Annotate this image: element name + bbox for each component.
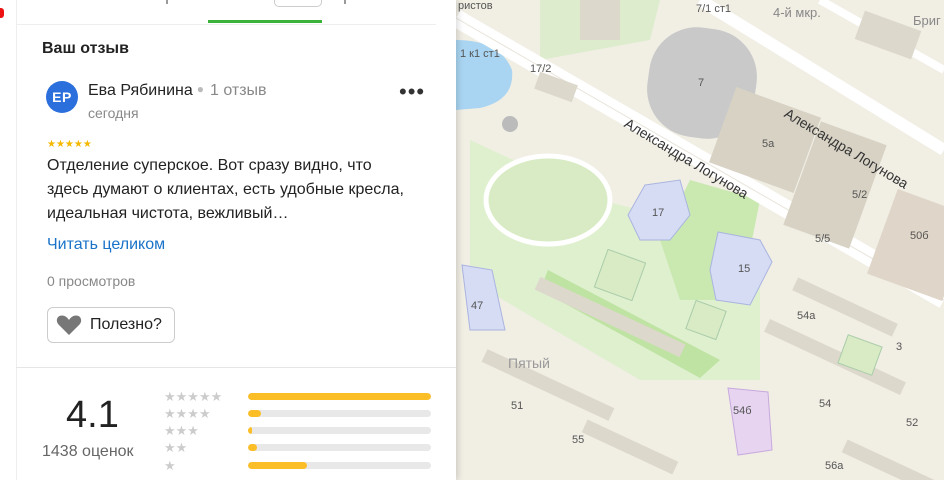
- distribution-bar-track: [248, 444, 431, 451]
- more-options-icon[interactable]: •••: [399, 81, 425, 103]
- map-label: 54б: [733, 405, 752, 417]
- read-more-link[interactable]: Читать целиком: [47, 236, 165, 254]
- separator-dot: ●: [196, 82, 204, 96]
- review-date: сегодня: [88, 105, 139, 121]
- map-label: 55: [572, 434, 585, 446]
- author-name[interactable]: Ева Рябинина: [88, 82, 193, 99]
- map-label: Пятый: [508, 355, 550, 371]
- distribution-bar-fill: [248, 393, 431, 400]
- map-label: 5/5: [815, 233, 831, 245]
- map-label: 5/2: [852, 189, 868, 201]
- distribution-bar-track: [248, 462, 431, 469]
- heart-icon: [56, 315, 82, 335]
- distribution-stars: ★★★: [164, 422, 199, 438]
- distribution-bar-track: [248, 410, 431, 417]
- map-label: 47: [471, 300, 484, 312]
- map-label: 54а: [797, 310, 816, 322]
- distribution-bar-track: [248, 393, 431, 400]
- map-label: 15: [738, 263, 751, 275]
- avatar[interactable]: ЕР: [46, 81, 78, 113]
- rating-value: 4.1: [66, 394, 119, 436]
- map-label: 3: [896, 341, 903, 353]
- distribution-bar-fill: [248, 410, 261, 417]
- tab-item[interactable]: [166, 0, 168, 4]
- section-title: Ваш отзыв: [42, 40, 129, 57]
- business-panel: Ваш отзыв ЕР Ева Рябинина ● 1 отзыв сегодн…: [0, 0, 456, 480]
- map-label: 5а: [762, 138, 775, 150]
- rating-distribution-row: ★★★★: [164, 405, 431, 421]
- map-label: 56а: [825, 460, 844, 472]
- tab-item[interactable]: [344, 0, 346, 4]
- panel-content: Ваш отзыв ЕР Ева Рябинина ● 1 отзыв сегодн…: [16, 0, 456, 480]
- review-author-line: Ева Рябинина ● 1 отзыв: [88, 82, 267, 100]
- useful-button[interactable]: Полезно?: [47, 307, 175, 343]
- useful-label: Полезно?: [90, 316, 162, 333]
- distribution-bar-fill: [248, 462, 307, 469]
- map-label: 17/2: [530, 63, 552, 75]
- author-review-count: 1 отзыв: [210, 82, 267, 99]
- distribution-stars: ★★★★: [164, 405, 211, 421]
- rating-distribution-row: ★: [164, 457, 431, 473]
- distribution-bar-track: [248, 427, 431, 434]
- tab-toggle[interactable]: [274, 0, 322, 7]
- map-label: 1 к1 ст1: [460, 48, 500, 60]
- active-tab-indicator: [208, 20, 322, 23]
- map-label: 17: [652, 207, 665, 219]
- map-label: 7/1 ст1: [696, 3, 732, 15]
- distribution-stars: ★★★★★: [164, 388, 223, 404]
- section-divider: [16, 367, 456, 368]
- map-label: ристов: [458, 0, 493, 12]
- distribution-bar-fill: [248, 427, 252, 434]
- review-stars: ★★★★★: [47, 139, 92, 150]
- panel-edge: [0, 0, 17, 480]
- rating-distribution-row: ★★★★★: [164, 388, 431, 404]
- distribution-stars: ★: [164, 457, 176, 473]
- map-label: 50б: [910, 230, 929, 242]
- edge-marker: [0, 8, 4, 18]
- map-label: Бриг: [913, 13, 941, 28]
- distribution-stars: ★★: [164, 439, 188, 455]
- rating-count: 1438 оценок: [42, 443, 134, 460]
- map-label: 54: [819, 398, 832, 410]
- map-label: 52: [906, 417, 919, 429]
- map-label: 7: [698, 77, 705, 89]
- distribution-bar-fill: [248, 444, 258, 451]
- review-views: 0 просмотров: [47, 273, 136, 289]
- rating-distribution-row: ★★: [164, 439, 431, 455]
- map-label: 4-й мкр.: [773, 5, 821, 20]
- review-text: Отделение суперское. Вот сразу видно, чт…: [47, 157, 404, 222]
- tab-bar: [16, 0, 436, 25]
- map-label: 51: [511, 400, 524, 412]
- rating-distribution-row: ★★★: [164, 422, 431, 438]
